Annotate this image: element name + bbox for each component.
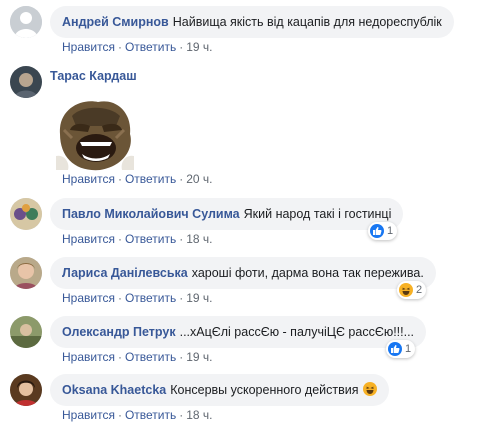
like-icon — [370, 224, 384, 238]
comment-text: ...хАцЄлі рассЄю - палучіЦЄ рассЄю!!!... — [179, 325, 415, 339]
comment-bubble: Oksana Khaetcka Консервы ускоренного дейс… — [50, 374, 389, 406]
comment-bubble: Андрей Смирнов Найвища якість від кацапів… — [50, 6, 454, 38]
laughing-emoji — [362, 382, 377, 396]
comment-actions: Нравится · Ответить · 20 ч. — [62, 172, 213, 186]
reply-button[interactable]: Ответить — [125, 291, 176, 305]
haha-icon — [399, 283, 413, 297]
angry-warrior-sticker — [50, 96, 140, 174]
reaction-summary[interactable]: 2 — [397, 281, 427, 299]
reply-button[interactable]: Ответить — [125, 172, 176, 186]
separator: · — [179, 40, 184, 54]
comment-bubble: Лариса Данілевська хароші фоти, дарма вон… — [50, 257, 436, 289]
comment-text: хароші фоти, дарма вона так пережива. — [191, 266, 424, 280]
reply-button[interactable]: Ответить — [125, 232, 176, 246]
reaction-count: 1 — [387, 225, 394, 237]
comment-actions: Нравится · Ответить · 19 ч. — [62, 40, 213, 54]
like-button[interactable]: Нравится — [62, 291, 115, 305]
separator: · — [179, 350, 184, 364]
comment-bubble: Олександр Петрук ...хАцЄлі рассЄю - палуч… — [50, 316, 427, 348]
separator: · — [117, 232, 122, 246]
reply-button[interactable]: Ответить — [125, 40, 176, 54]
comment-actions: Нравится · Ответить · 19 ч. — [62, 350, 213, 364]
comment-actions: Нравится · Ответить · 18 ч. — [62, 232, 213, 246]
separator: · — [117, 291, 122, 305]
like-icon — [388, 342, 402, 356]
like-button[interactable]: Нравится — [62, 350, 115, 364]
comment-author[interactable]: Тарас Кардаш — [50, 69, 137, 83]
comment-author[interactable]: Павло Миколайович Сулима — [62, 207, 240, 221]
comment-author[interactable]: Олександр Петрук — [62, 325, 176, 339]
separator: · — [179, 172, 184, 186]
comment-text: Який народ такі і гостинці — [243, 207, 392, 221]
comment-author[interactable]: Андрей Смирнов — [62, 15, 169, 29]
timestamp[interactable]: 19 ч. — [186, 291, 212, 305]
comment-text: Консервы ускоренного действия — [170, 383, 359, 397]
timestamp[interactable]: 18 ч. — [186, 232, 212, 246]
comment-actions: Нравится · Ответить · 18 ч. — [62, 408, 213, 422]
comment-author[interactable]: Oksana Khaetcka — [62, 383, 166, 397]
timestamp[interactable]: 19 ч. — [186, 40, 212, 54]
separator: · — [117, 350, 122, 364]
timestamp[interactable]: 18 ч. — [186, 408, 212, 422]
like-button[interactable]: Нравится — [62, 232, 115, 246]
like-button[interactable]: Нравится — [62, 40, 115, 54]
reaction-count: 2 — [416, 284, 423, 296]
separator: · — [179, 291, 184, 305]
comment-actions: Нравится · Ответить · 19 ч. — [62, 291, 213, 305]
comment-author[interactable]: Лариса Данілевська — [62, 266, 188, 280]
separator: · — [117, 172, 122, 186]
avatar[interactable] — [10, 198, 42, 230]
comment-bubble: Павло Миколайович Сулима Який народ такі … — [50, 198, 404, 230]
reaction-summary[interactable]: 1 — [386, 340, 416, 358]
separator: · — [179, 408, 184, 422]
reaction-count: 1 — [405, 343, 412, 355]
avatar[interactable] — [10, 257, 42, 289]
like-button[interactable]: Нравится — [62, 172, 115, 186]
avatar[interactable] — [10, 6, 42, 38]
timestamp[interactable]: 19 ч. — [186, 350, 212, 364]
separator: · — [179, 232, 184, 246]
separator: · — [117, 408, 122, 422]
timestamp[interactable]: 20 ч. — [186, 172, 212, 186]
reply-button[interactable]: Ответить — [125, 350, 176, 364]
avatar[interactable] — [10, 374, 42, 406]
like-button[interactable]: Нравится — [62, 408, 115, 422]
avatar[interactable] — [10, 316, 42, 348]
reaction-summary[interactable]: 1 — [368, 222, 398, 240]
comment-text: Найвища якість від кацапів для недореспу… — [172, 15, 442, 29]
reply-button[interactable]: Ответить — [125, 408, 176, 422]
separator: · — [117, 40, 122, 54]
avatar[interactable] — [10, 66, 42, 98]
